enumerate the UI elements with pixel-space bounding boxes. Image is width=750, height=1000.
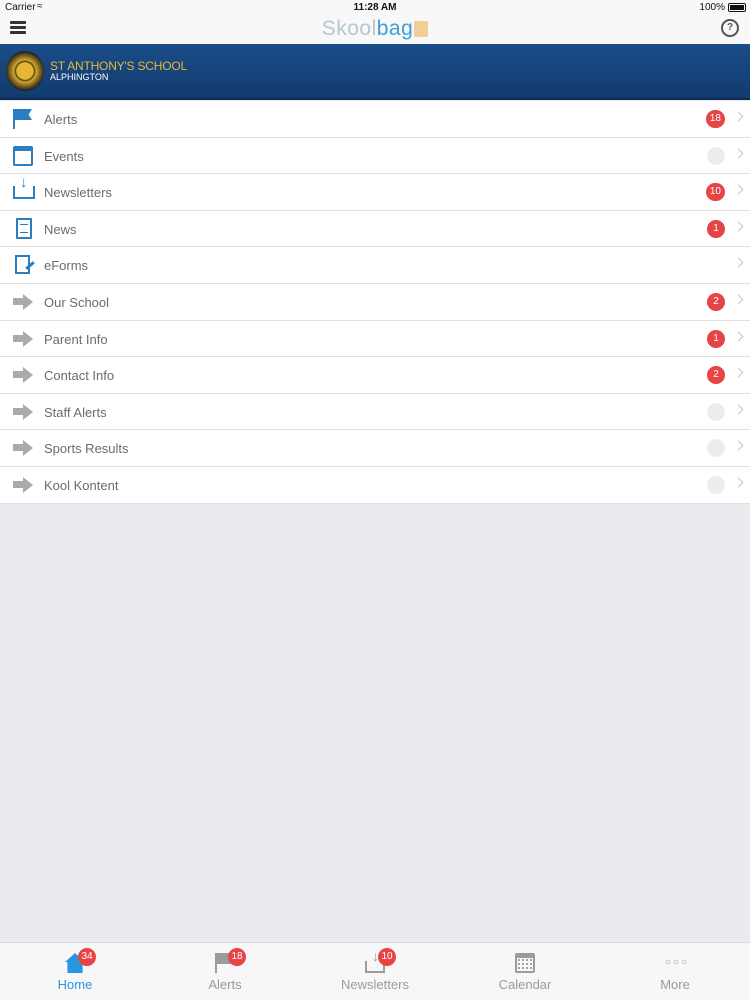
tab-label: Calendar: [498, 977, 552, 992]
battery-percent: 100%: [699, 2, 725, 13]
chevron-right-icon: [733, 257, 744, 268]
school-crest-icon: [6, 51, 44, 91]
arrow-right-icon: [13, 365, 35, 385]
form-edit-icon: [15, 255, 30, 275]
tab-label: Newsletters: [341, 977, 409, 992]
menu-item-news[interactable]: News 1: [0, 211, 750, 248]
chevron-right-icon: [733, 221, 744, 232]
calendar-icon: [13, 145, 33, 166]
logo-text-skool: Skool: [321, 17, 377, 40]
chevron-right-icon: [733, 331, 744, 342]
menu-item-newsletters[interactable]: Newsletters 10: [0, 174, 750, 211]
tab-badge: 18: [228, 948, 246, 966]
more-dots-icon: ○○○: [665, 957, 690, 968]
menu-item-label: Contact Info: [44, 368, 115, 384]
count-badge: 2: [707, 366, 725, 385]
menu-item-sports-results[interactable]: Sports Results: [0, 430, 750, 467]
battery-icon: [728, 3, 746, 12]
tab-badge: 34: [78, 948, 96, 966]
bag-icon: [414, 21, 429, 37]
arrow-right-icon: [13, 438, 35, 458]
count-badge: [707, 402, 725, 421]
menu-item-our-school[interactable]: Our School 2: [0, 284, 750, 321]
count-badge: 1: [707, 219, 725, 238]
count-badge: [707, 439, 725, 458]
menu-item-staff-alerts[interactable]: Staff Alerts: [0, 394, 750, 431]
menu-item-label: eForms: [44, 258, 89, 274]
count-badge: [707, 475, 725, 494]
school-name: ST ANTHONY'S SCHOOL: [50, 59, 187, 73]
arrow-right-icon: [13, 475, 35, 495]
menu-item-label: Kool Kontent: [44, 477, 119, 493]
tab-alerts[interactable]: 18 Alerts: [150, 943, 300, 1000]
menu-item-label: Sports Results: [44, 441, 129, 457]
chevron-right-icon: [733, 477, 744, 488]
menu-item-eforms[interactable]: eForms: [0, 247, 750, 284]
menu-item-label: Alerts: [44, 112, 78, 127]
app-root: Carrier ≈ 11:28 AM 100% Skoolbag ? ST AN…: [0, 0, 750, 1000]
menu-list: Alerts 18 Events Newsletters 10 News 1 e…: [0, 101, 750, 504]
menu-item-label: Staff Alerts: [44, 404, 107, 420]
menu-item-label: Events: [44, 148, 84, 164]
tab-badge: 10: [378, 948, 396, 966]
menu-item-parent-info[interactable]: Parent Info 1: [0, 321, 750, 358]
menu-item-contact-info[interactable]: Contact Info 2: [0, 357, 750, 394]
menu-item-kool-kontent[interactable]: Kool Kontent: [0, 467, 750, 504]
calendar-icon: [515, 953, 535, 973]
school-suburb: ALPHINGTON: [50, 72, 109, 82]
tab-home[interactable]: 34 Home: [0, 943, 150, 1000]
count-badge: 10: [705, 183, 725, 202]
tab-label: Home: [57, 977, 93, 992]
flag-icon: [13, 109, 35, 129]
chevron-right-icon: [733, 404, 744, 415]
count-badge: 2: [707, 292, 725, 311]
chevron-right-icon: [733, 367, 744, 378]
chevron-right-icon: [733, 111, 744, 122]
chevron-right-icon: [733, 294, 744, 305]
count-badge: 1: [707, 329, 725, 348]
chevron-right-icon: [733, 184, 744, 195]
tab-label: Alerts: [208, 977, 242, 992]
tab-calendar[interactable]: Calendar: [450, 943, 600, 1000]
school-banner: ST ANTHONY'S SCHOOL ALPHINGTON: [0, 44, 750, 100]
inbox-download-icon: [13, 174, 35, 200]
count-badge: [707, 146, 725, 165]
document-icon: [16, 217, 32, 239]
tab-more[interactable]: ○○○ More: [600, 943, 750, 1000]
menu-item-alerts[interactable]: Alerts 18: [0, 101, 750, 138]
menu-item-label: Parent Info: [44, 331, 108, 347]
menu-item-label: News: [44, 221, 77, 237]
logo-text-bag: bag: [376, 17, 414, 40]
status-time: 11:28 AM: [353, 2, 397, 13]
count-badge: 18: [705, 110, 725, 128]
menu-item-events[interactable]: Events: [0, 138, 750, 175]
menu-item-label: Our School: [44, 294, 110, 310]
chevron-right-icon: [733, 148, 744, 159]
status-bar: Carrier ≈ 11:28 AM 100%: [0, 0, 750, 16]
tab-newsletters[interactable]: 10 Newsletters: [300, 943, 450, 1000]
tab-label: More: [660, 977, 690, 992]
arrow-right-icon: [13, 402, 35, 422]
help-icon[interactable]: ?: [721, 19, 739, 37]
arrow-right-icon: [13, 329, 35, 349]
tab-bar: 34 Home 18 Alerts 10 Newsletters Calenda…: [0, 942, 750, 1000]
app-logo: Skoolbag: [0, 17, 750, 41]
nav-bar: Skoolbag ?: [0, 16, 750, 44]
menu-item-label: Newsletters: [44, 185, 112, 201]
chevron-right-icon: [733, 440, 744, 451]
arrow-right-icon: [13, 292, 35, 312]
